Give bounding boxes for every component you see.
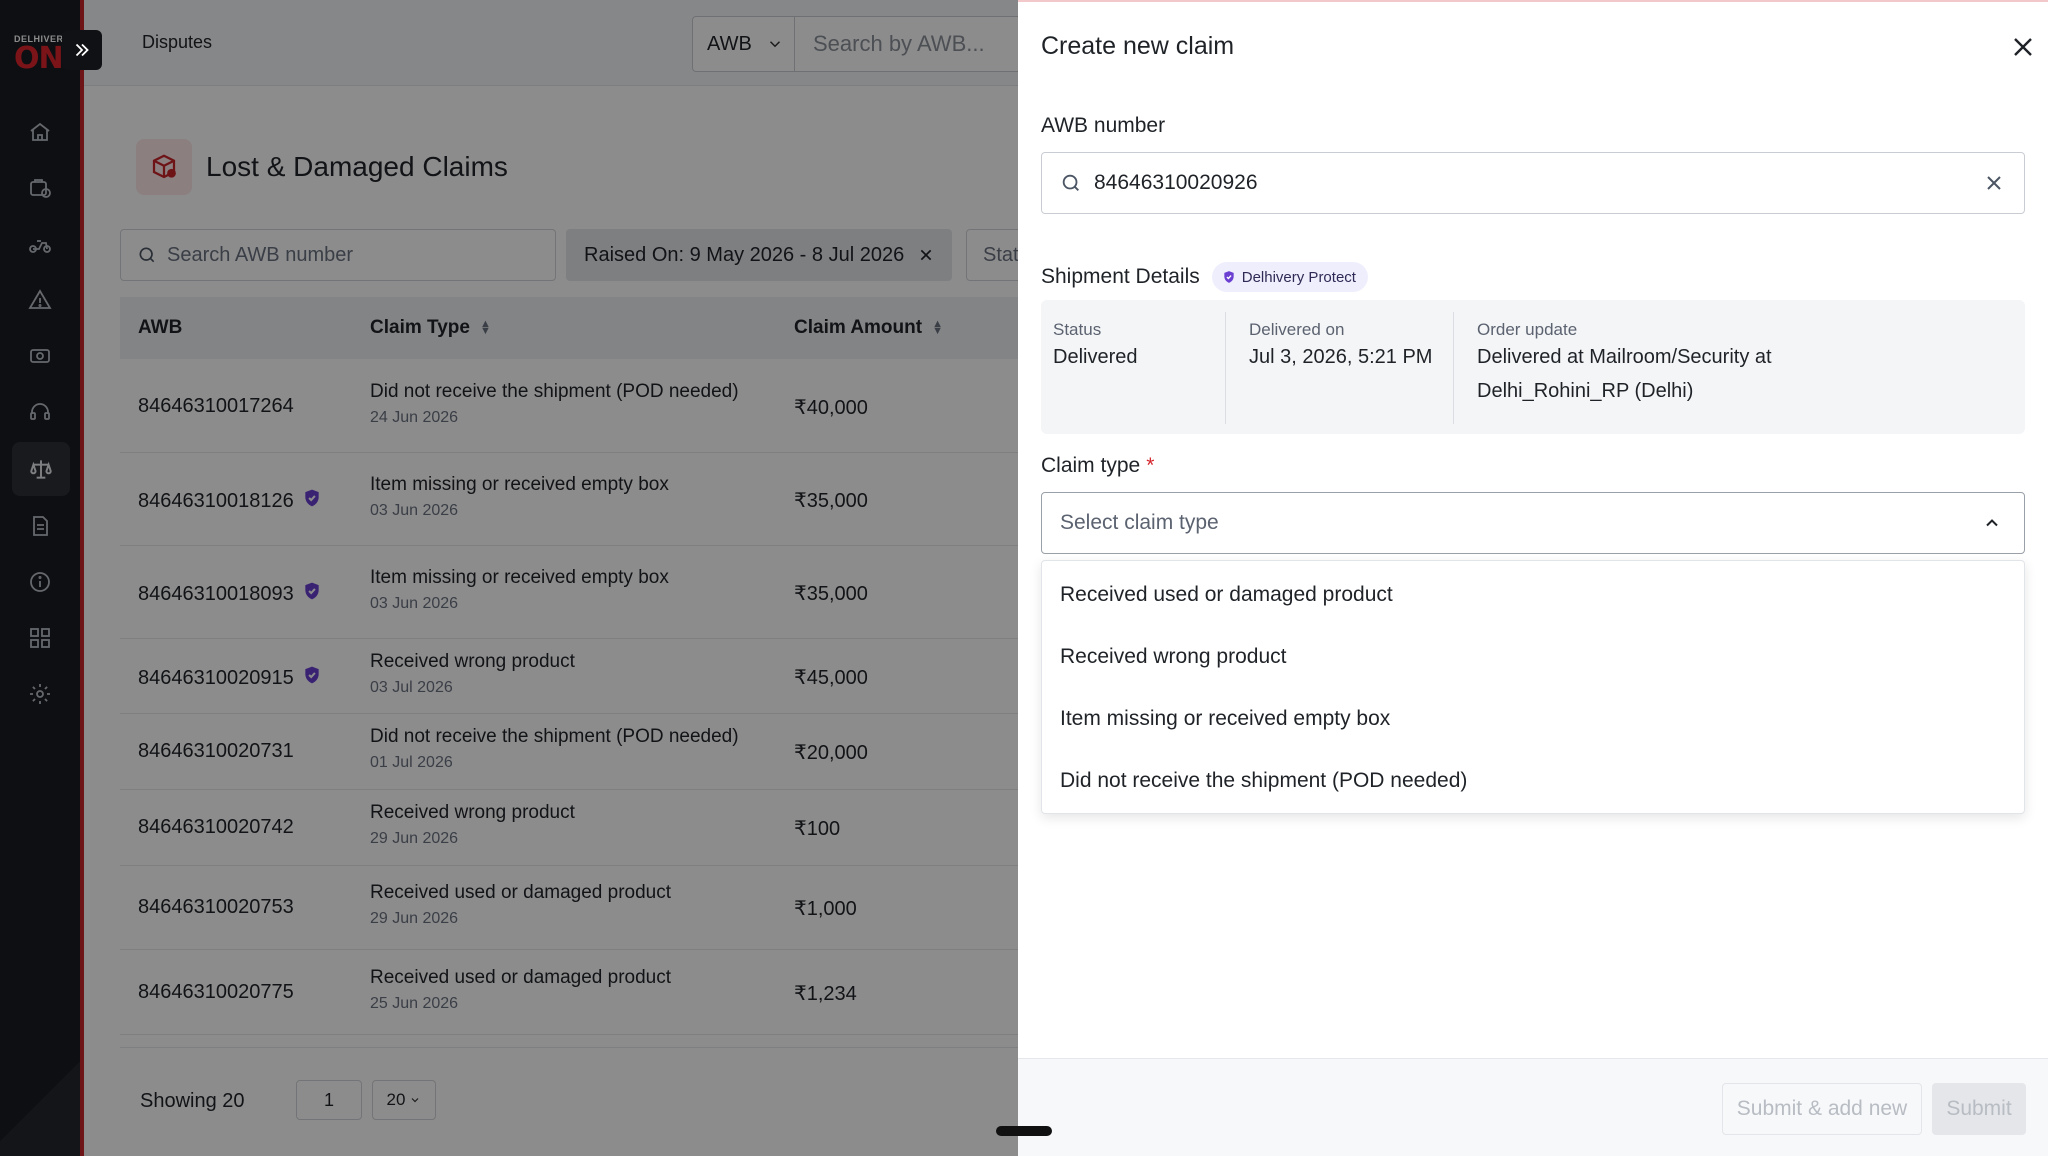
submit-button[interactable]: Submit [1932,1083,2026,1135]
claim-type-option[interactable]: Item missing or received empty box [1060,707,1390,731]
order-update-key: Order update [1477,320,1578,339]
claim-type-select[interactable]: Select claim type [1041,492,2025,554]
claim-type-option[interactable]: Received wrong product [1060,645,1286,669]
delhivery-protect-badge: Delhivery Protect [1211,262,1368,292]
close-drawer-button[interactable] [2006,30,2040,64]
delivered-on-value: Jul 3, 2026, 5:21 PM [1249,346,1433,368]
order-update-line1: Delivered at Mailroom/Security at [1477,346,1772,368]
claim-type-label-text: Claim type [1041,454,1141,477]
claim-type-dropdown-menu: Received used or damaged product Receive… [1041,560,2025,814]
delhivery-protect-label: Delhivery Protect [1241,268,1356,286]
status-key: Status [1053,320,1102,339]
status-cell: Status Delivered [1053,320,1137,374]
shipment-details-label: Shipment Details [1041,265,1200,288]
close-icon [2014,38,2032,56]
divider [1225,312,1226,424]
create-claim-drawer: Create new claim AWB number 846463100209… [1018,0,2048,1156]
order-update-cell: Order update Delivered at Mailroom/Secur… [1477,320,1772,408]
claim-type-option[interactable]: Did not receive the shipment (POD needed… [1060,769,1467,793]
status-value: Delivered [1053,346,1138,368]
claim-type-option[interactable]: Received used or damaged product [1060,583,1393,607]
shipment-details-card: Status Delivered Delivered on Jul 3, 202… [1041,300,2025,434]
search-icon [1062,174,1079,191]
double-chevron-right-icon [75,43,89,57]
required-mark: * [1146,454,1155,477]
clear-input-icon [1987,176,2001,190]
expand-sidebar-button[interactable] [62,30,102,70]
claim-type-label: Claim type * [1041,454,1154,478]
awb-number-value: 84646310020926 [1094,171,1258,194]
scrollbar-handle[interactable] [996,1126,1052,1136]
shield-check-icon [1224,271,1234,283]
submit-add-new-button[interactable]: Submit & add new [1722,1083,1922,1135]
chevron-up-icon [1986,519,1998,527]
awb-number-input[interactable]: 84646310020926 [1041,152,2025,214]
drawer-title: Create new claim [1041,32,1235,60]
shipment-details-header: Shipment Details Delhivery Protect [1041,262,1368,292]
awb-number-label: AWB number [1041,114,1166,137]
divider [1453,312,1454,424]
drawer-footer: Submit & add new Submit [1018,1058,2048,1156]
delivered-on-cell: Delivered on Jul 3, 2026, 5:21 PM [1249,320,1432,374]
order-update-line2: Delhi_Rohini_RP (Delhi) [1477,380,1694,402]
modal-overlay[interactable] [0,0,1018,1156]
delivered-on-key: Delivered on [1249,320,1345,339]
claim-type-placeholder: Select claim type [1060,511,1219,534]
